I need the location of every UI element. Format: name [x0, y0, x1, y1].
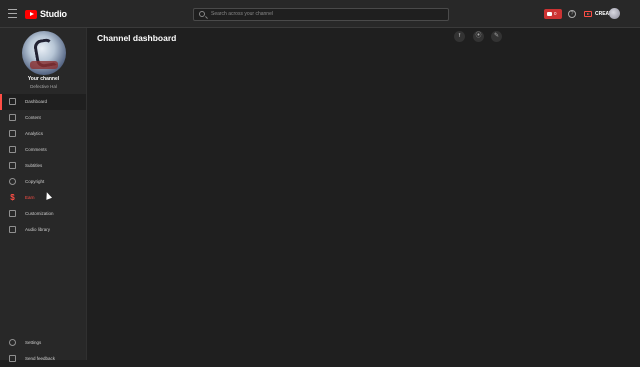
upload-icon[interactable]: ⭱: [454, 31, 465, 42]
youtube-logo-icon: [25, 9, 37, 19]
sidebar-item-send-feedback[interactable]: Send feedback: [0, 351, 86, 367]
search-icon: [199, 11, 205, 17]
page-title: Channel dashboard: [97, 33, 177, 43]
customization-icon: [9, 210, 16, 217]
sidebar-item-label: Copyright: [25, 179, 45, 184]
sidebar-item-label: Settings: [25, 340, 42, 345]
audio-library-icon: [9, 226, 16, 233]
logo-text: Studio: [40, 9, 67, 19]
go-live-icon[interactable]: ⦿: [473, 31, 484, 42]
sidebar-item-label: Earn: [25, 195, 35, 200]
account-avatar[interactable]: [609, 8, 620, 19]
analytics-icon: [9, 130, 16, 137]
dashboard-icon: [9, 98, 16, 105]
comments-icon: [9, 146, 16, 153]
sidebar-item-label: Subtitles: [25, 163, 43, 168]
sidebar-item-label: Customization: [25, 211, 54, 216]
sidebar-item-audio-library[interactable]: Audio library: [0, 222, 86, 238]
help-icon[interactable]: ?: [568, 10, 576, 18]
sidebar-item-subtitles[interactable]: Subtitles: [0, 158, 86, 174]
sidebar-item-label: Comments: [25, 147, 47, 152]
sidebar-item-analytics[interactable]: Analytics: [0, 126, 86, 142]
sidebar-item-label: Content: [25, 115, 41, 120]
dollar-icon: $: [10, 193, 15, 202]
feedback-icon: [9, 355, 16, 362]
create-post-icon[interactable]: ✎: [491, 31, 502, 42]
video-camera-icon: [584, 11, 592, 17]
copyright-icon: [9, 178, 16, 185]
sidebar-item-label: Send feedback: [25, 356, 56, 361]
sidebar-item-label: Dashboard: [25, 99, 48, 104]
studio-logo[interactable]: Studio: [25, 9, 67, 19]
sidebar-item-content[interactable]: Content: [0, 110, 86, 126]
sidebar-item-label: Audio library: [25, 227, 51, 232]
channel-avatar[interactable]: [22, 31, 66, 75]
search-placeholder: Search across your channel: [211, 11, 273, 17]
search-input[interactable]: Search across your channel: [193, 8, 449, 21]
sidebar-item-dashboard[interactable]: Dashboard: [0, 94, 86, 110]
gear-icon: [9, 339, 16, 346]
live-count: 0: [554, 10, 557, 16]
sidebar-item-copyright[interactable]: Copyright: [0, 174, 86, 190]
content-icon: [9, 114, 16, 121]
go-live-button[interactable]: 0: [544, 9, 562, 19]
sidebar-item-label: Analytics: [25, 131, 44, 136]
sidebar-item-comments[interactable]: Comments: [0, 142, 86, 158]
channel-title: Your channel: [27, 76, 60, 82]
hamburger-menu-icon[interactable]: [8, 9, 17, 18]
top-bar: Studio Search across your channel 0 ? CR…: [0, 0, 640, 28]
sidebar-item-customization[interactable]: Customization: [0, 206, 86, 222]
subtitles-icon: [9, 162, 16, 169]
channel-name: Defective Hal: [30, 84, 57, 89]
sidebar-item-settings[interactable]: Settings: [0, 335, 86, 351]
